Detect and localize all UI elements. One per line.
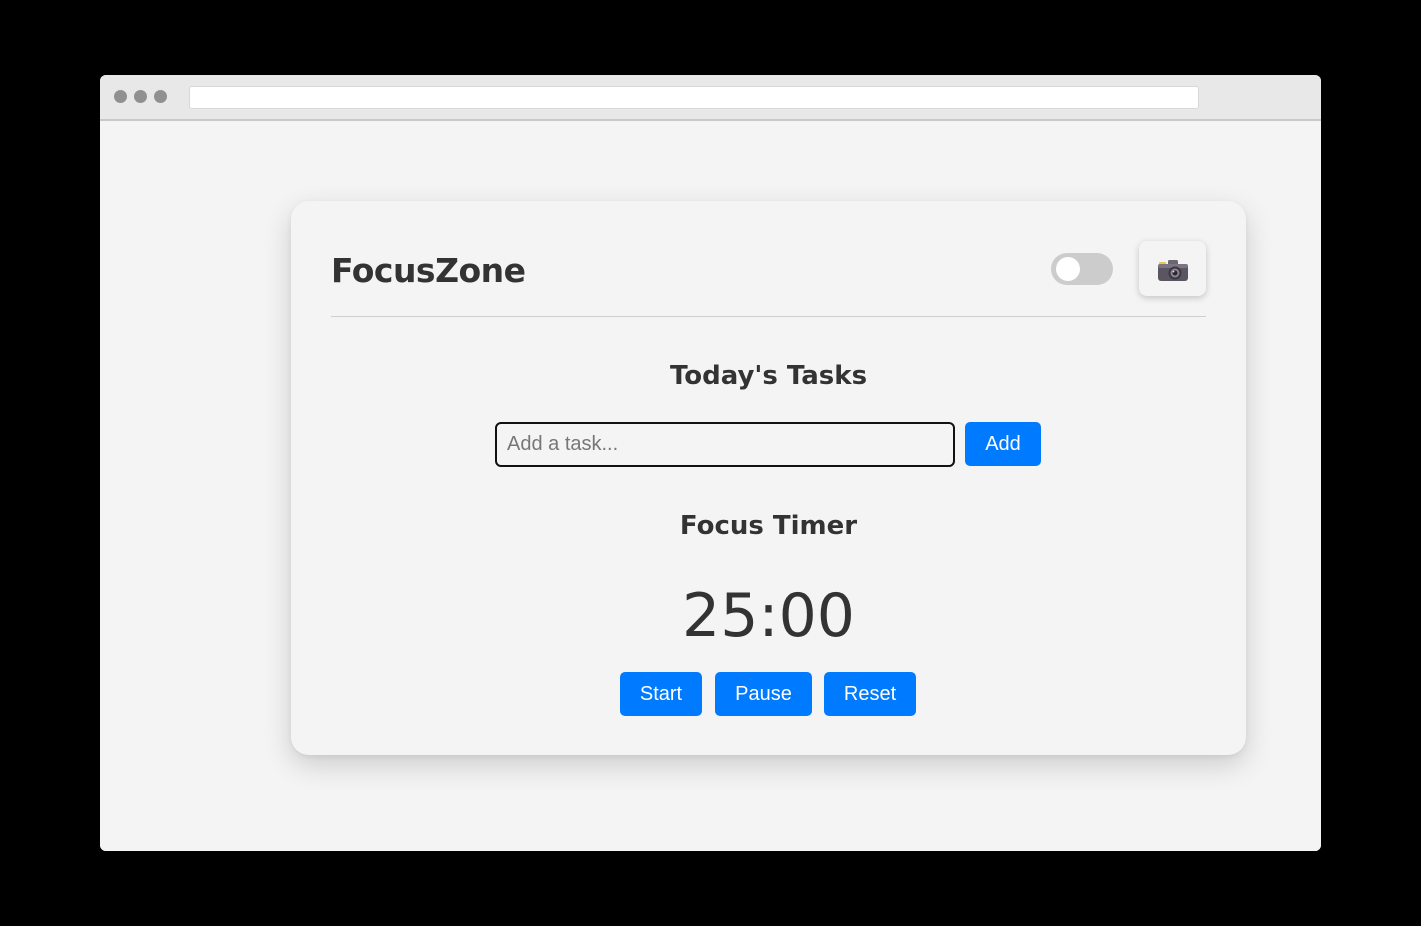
reset-button[interactable]: Reset (824, 672, 916, 716)
app-card: FocusZone Today's Tasks Add a task... Ad… (291, 201, 1246, 755)
theme-toggle[interactable] (1051, 253, 1113, 285)
browser-window: FocusZone Today's Tasks Add a task... Ad… (100, 75, 1321, 851)
camera-button[interactable] (1139, 241, 1206, 296)
camera-icon (1158, 260, 1188, 281)
app-title: FocusZone (331, 251, 526, 290)
address-bar[interactable] (189, 86, 1199, 109)
tasks-heading: Today's Tasks (669, 361, 868, 391)
window-dot-minimize[interactable] (134, 90, 147, 103)
task-input[interactable] (495, 422, 955, 467)
window-dot-close[interactable] (114, 90, 127, 103)
timer-display: 25:00 (682, 581, 855, 651)
toggle-knob (1056, 257, 1080, 281)
window-dot-maximize[interactable] (154, 90, 167, 103)
timer-heading: Focus Timer (679, 511, 858, 541)
page-content: FocusZone Today's Tasks Add a task... Ad… (100, 121, 1321, 851)
app-header: FocusZone (331, 241, 1206, 317)
start-button[interactable]: Start (620, 672, 702, 716)
add-task-button[interactable]: Add (965, 422, 1041, 466)
pause-button[interactable]: Pause (715, 672, 812, 716)
browser-toolbar (100, 75, 1321, 121)
